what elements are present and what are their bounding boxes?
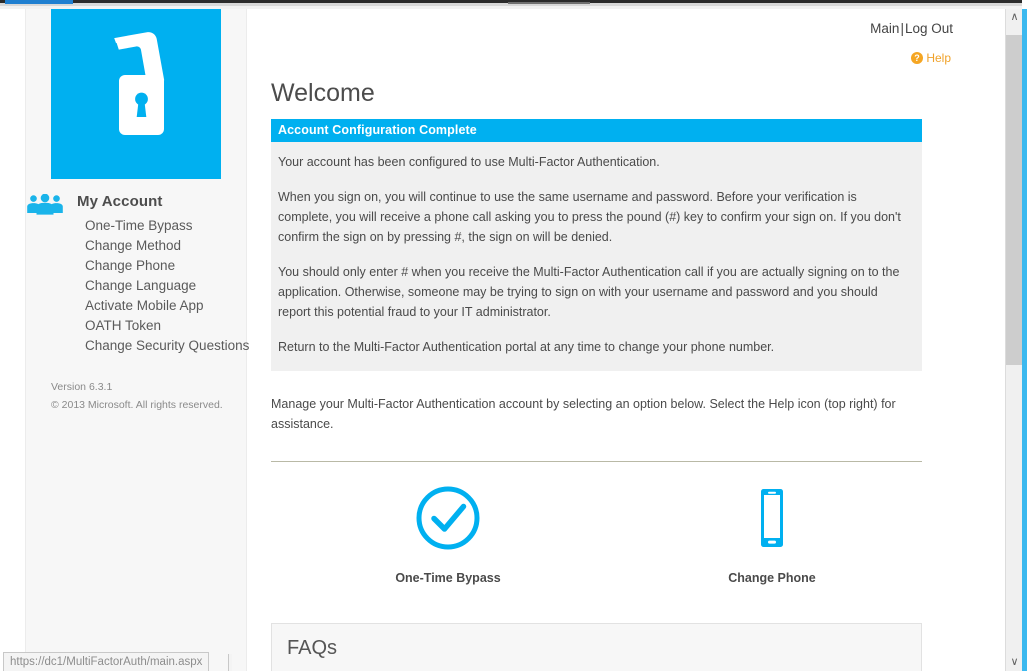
faq-title: FAQs xyxy=(287,637,337,660)
version-label: Version 6.3.1 xyxy=(51,378,251,396)
sidebar-item-one-time-bypass[interactable]: One-Time Bypass xyxy=(26,216,248,236)
status-bar-grip xyxy=(228,654,232,671)
notice-paragraph-1: Your account has been configured to use … xyxy=(278,152,913,172)
tile-label-one-time-bypass: One-Time Bypass xyxy=(378,571,518,585)
notice-paragraph-2: When you sign on, you will continue to u… xyxy=(278,187,913,247)
sidebar-item-change-security-questions[interactable]: Change Security Questions xyxy=(26,336,248,356)
scroll-up-button[interactable]: ∧ xyxy=(1006,9,1023,26)
sidebar-item-change-phone[interactable]: Change Phone xyxy=(26,256,248,276)
status-bar-url: https://dc1/MultiFactorAuth/main.aspx xyxy=(3,652,209,671)
vertical-scrollbar[interactable]: ∧ ∨ xyxy=(1005,9,1022,671)
action-tiles: One-Time Bypass Change Phone xyxy=(271,484,922,604)
page-title: Welcome xyxy=(271,79,375,108)
sidebar-item-change-method[interactable]: Change Method xyxy=(26,236,248,256)
tile-one-time-bypass[interactable]: One-Time Bypass xyxy=(378,484,518,585)
sidebar: My Account One-Time Bypass Change Method… xyxy=(25,9,247,671)
manage-account-text: Manage your Multi-Factor Authentication … xyxy=(271,394,911,434)
chevron-up-icon: ∧ xyxy=(1006,9,1023,26)
faq-panel: FAQs xyxy=(271,623,922,671)
tile-label-change-phone: Change Phone xyxy=(702,571,842,585)
notice-heading: Account Configuration Complete xyxy=(271,119,922,142)
notice-paragraph-3: You should only enter # when you receive… xyxy=(278,262,913,322)
notice-paragraph-4: Return to the Multi-Factor Authenticatio… xyxy=(278,337,913,357)
account-configuration-notice: Account Configuration Complete Your acco… xyxy=(271,119,922,371)
main-content: Welcome Account Configuration Complete Y… xyxy=(270,9,930,671)
people-group-icon xyxy=(26,194,66,216)
phone-padlock-icon xyxy=(51,9,221,179)
notice-body: Your account has been configured to use … xyxy=(271,142,922,371)
window-right-edge xyxy=(1022,0,1027,671)
copyright-label: © 2013 Microsoft. All rights reserved. xyxy=(51,396,251,414)
browser-tab-indicator[interactable] xyxy=(5,0,73,4)
sidebar-item-activate-mobile-app[interactable]: Activate Mobile App xyxy=(26,296,248,316)
sidebar-item-change-language[interactable]: Change Language xyxy=(26,276,248,296)
sidebar-account-title: My Account xyxy=(77,193,162,210)
version-block: Version 6.3.1 © 2013 Microsoft. All righ… xyxy=(51,378,251,414)
section-divider xyxy=(271,461,922,462)
browser-chrome-strip xyxy=(0,0,1027,9)
window-right-edge-top xyxy=(1022,0,1027,9)
scroll-down-button[interactable]: ∨ xyxy=(1006,654,1023,671)
page-viewport: My Account One-Time Bypass Change Method… xyxy=(0,9,1005,671)
sidebar-nav: One-Time Bypass Change Method Change Pho… xyxy=(26,216,248,356)
account-header: My Account xyxy=(26,192,248,218)
tile-change-phone[interactable]: Change Phone xyxy=(702,484,842,585)
help-label: Help xyxy=(926,51,951,65)
mobile-phone-icon xyxy=(702,484,842,552)
browser-addressbar-indicator[interactable] xyxy=(508,2,590,4)
check-circle-icon xyxy=(378,484,518,552)
scroll-track-top[interactable] xyxy=(1006,26,1023,35)
sidebar-item-oath-token[interactable]: OATH Token xyxy=(26,316,248,336)
chevron-down-icon: ∨ xyxy=(1006,654,1023,671)
scroll-thumb[interactable] xyxy=(1006,35,1023,365)
